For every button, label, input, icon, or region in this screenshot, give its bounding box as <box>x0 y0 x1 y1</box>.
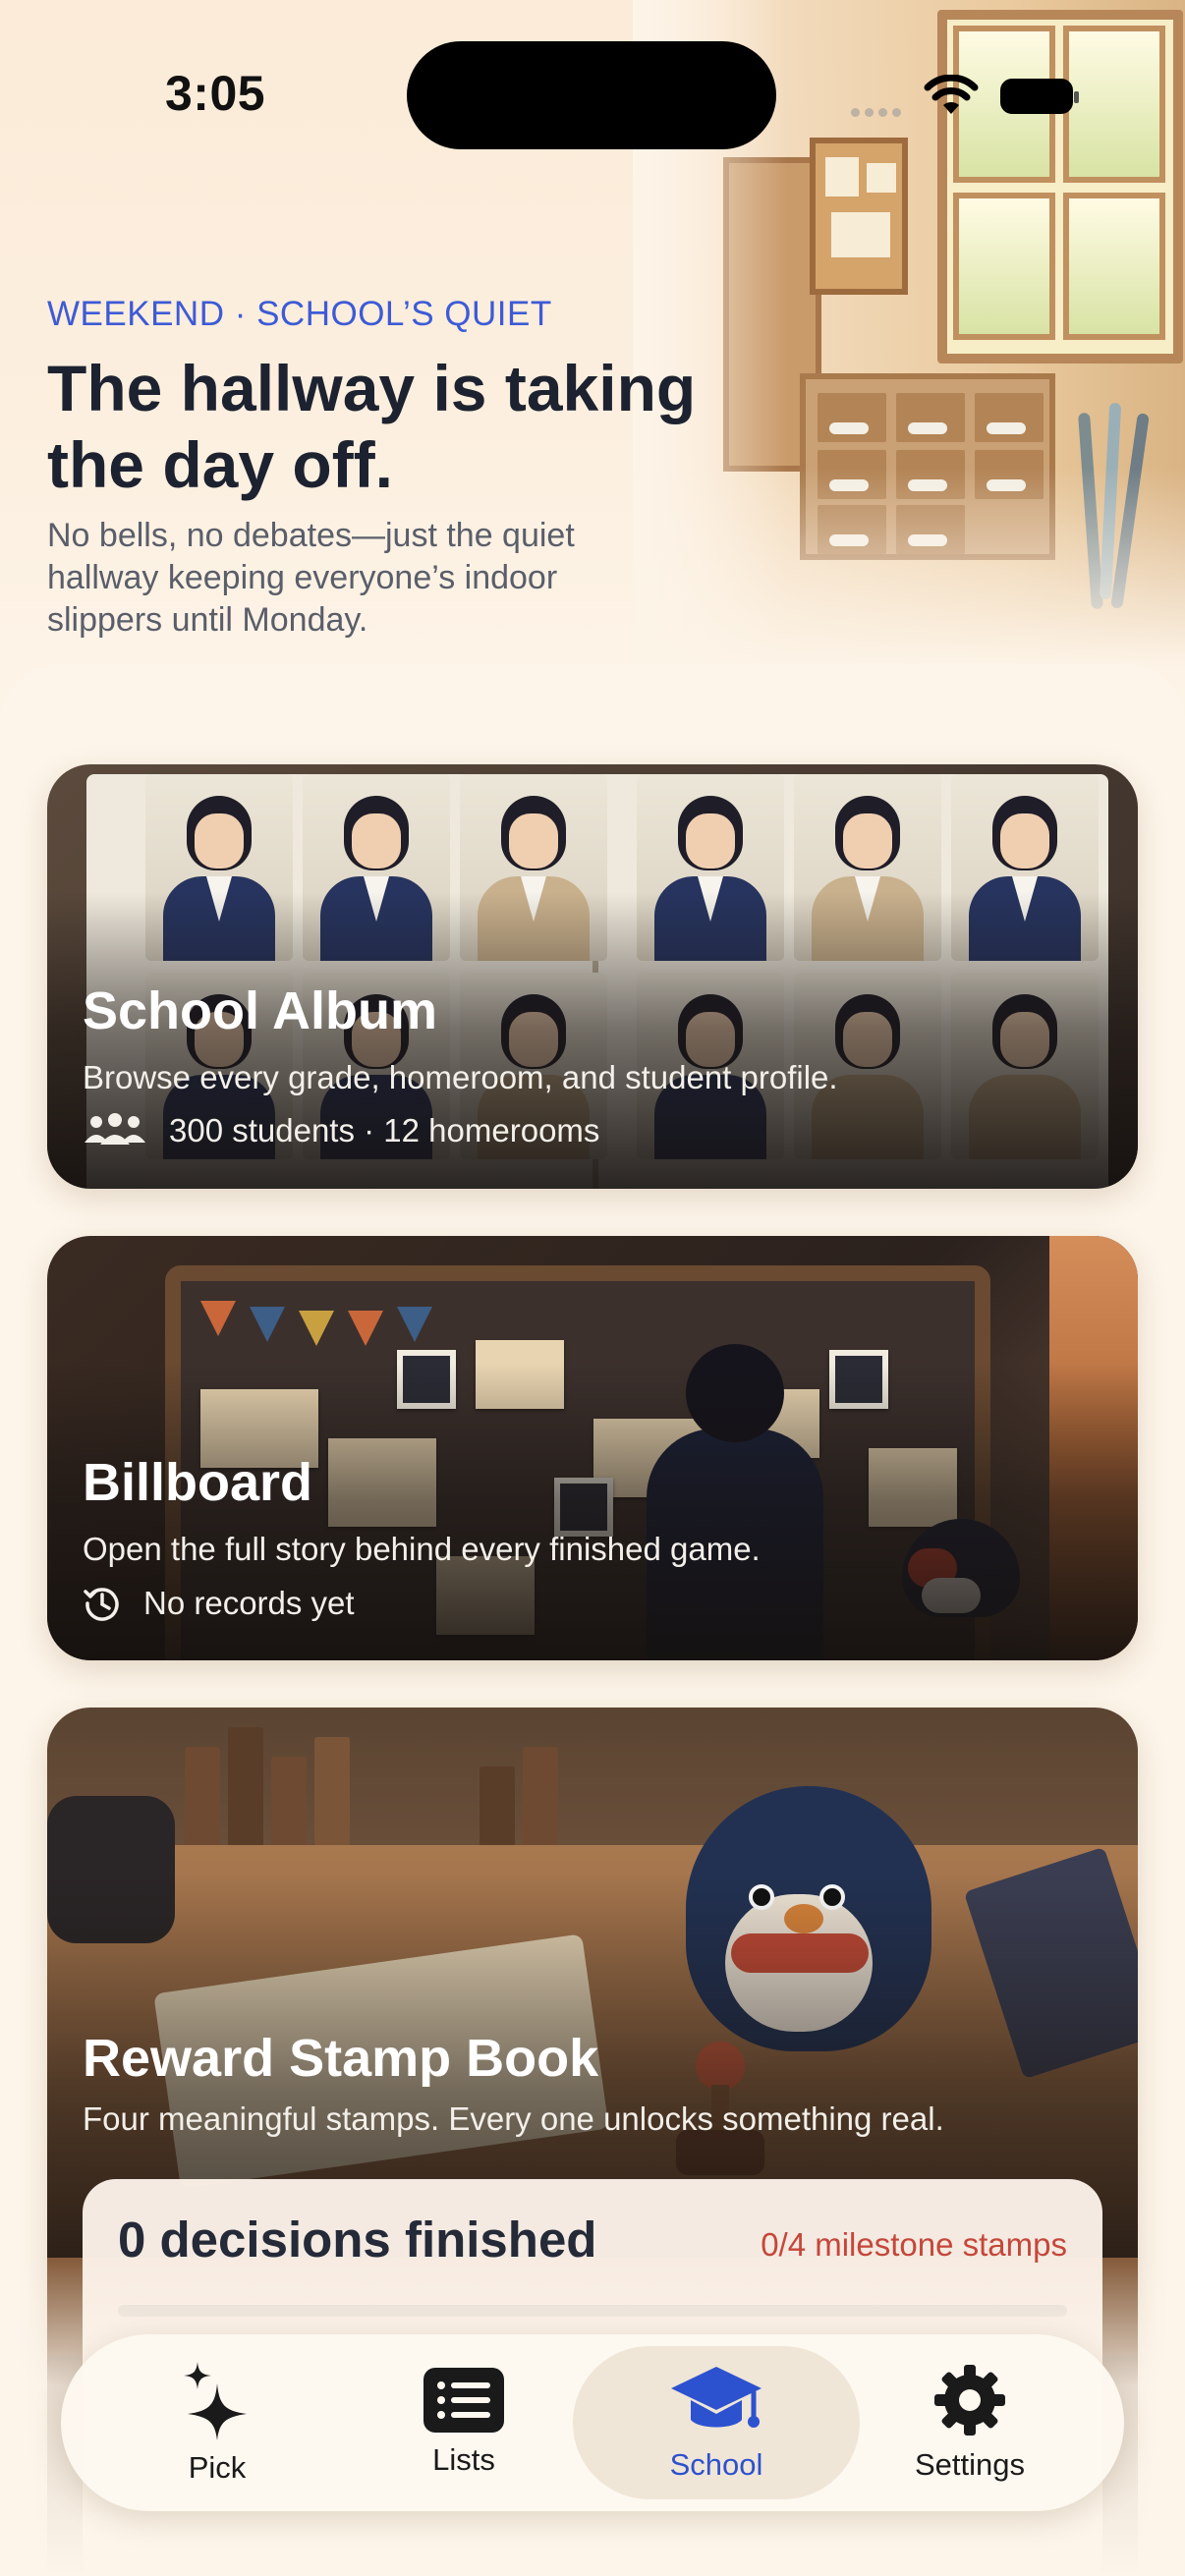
album-meta: 300 students · 12 homerooms <box>83 1112 599 1149</box>
tab-pick[interactable]: Pick <box>94 2346 340 2499</box>
history-icon <box>84 1588 119 1621</box>
cellular-signal-icon <box>851 104 906 117</box>
wifi-icon <box>924 75 979 114</box>
billboard-description: Open the full story behind every finishe… <box>83 1531 761 1567</box>
tab-settings-label: Settings <box>914 2447 1025 2482</box>
list-icon <box>423 2368 504 2433</box>
hero-kicker: WEEKEND · SCHOOL’S QUIET <box>47 295 552 333</box>
hero-subtitle: No bells, no debates—just the quiet hall… <box>47 517 575 639</box>
people-icon <box>85 1113 145 1145</box>
milestone-stamps: 0/4 milestone stamps <box>761 2226 1067 2263</box>
album-description: Browse every grade, homeroom, and studen… <box>83 1059 838 1095</box>
tab-school-label: School <box>669 2447 763 2482</box>
dynamic-island <box>407 41 776 149</box>
album-title: School Album <box>83 981 437 1040</box>
tab-bar: Pick Lists School Settings <box>61 2334 1124 2511</box>
hero-headline: The hallway is taking the day off. <box>47 352 697 501</box>
billboard-title: Billboard <box>83 1453 313 1512</box>
billboard-meta-text: No records yet <box>143 1585 355 1621</box>
status-bar-time: 3:05 <box>165 66 266 121</box>
graduation-cap-icon <box>671 2367 762 2428</box>
school-album-card[interactable]: School Album Browse every grade, homeroo… <box>47 764 1138 1189</box>
tab-settings[interactable]: Settings <box>847 2346 1093 2499</box>
stamp-book-title: Reward Stamp Book <box>83 2029 599 2088</box>
album-meta-text: 300 students · 12 homerooms <box>169 1112 600 1148</box>
tab-pick-label: Pick <box>188 2450 247 2485</box>
battery-icon <box>1000 79 1079 114</box>
tab-school[interactable]: School <box>573 2346 860 2499</box>
gear-icon <box>934 2365 1005 2436</box>
stamp-book-description: Four meaningful stamps. Every one unlock… <box>83 2100 944 2137</box>
hero-header: 3:05 WEEKEND · SCHOOL’S QUIET The hallwa… <box>0 0 1185 707</box>
tab-lists-label: Lists <box>432 2442 495 2477</box>
sparkles-icon <box>184 2362 247 2440</box>
tab-lists[interactable]: Lists <box>341 2346 587 2499</box>
billboard-card[interactable]: Billboard Open the full story behind eve… <box>47 1236 1138 1660</box>
billboard-meta: No records yet <box>83 1584 355 1623</box>
